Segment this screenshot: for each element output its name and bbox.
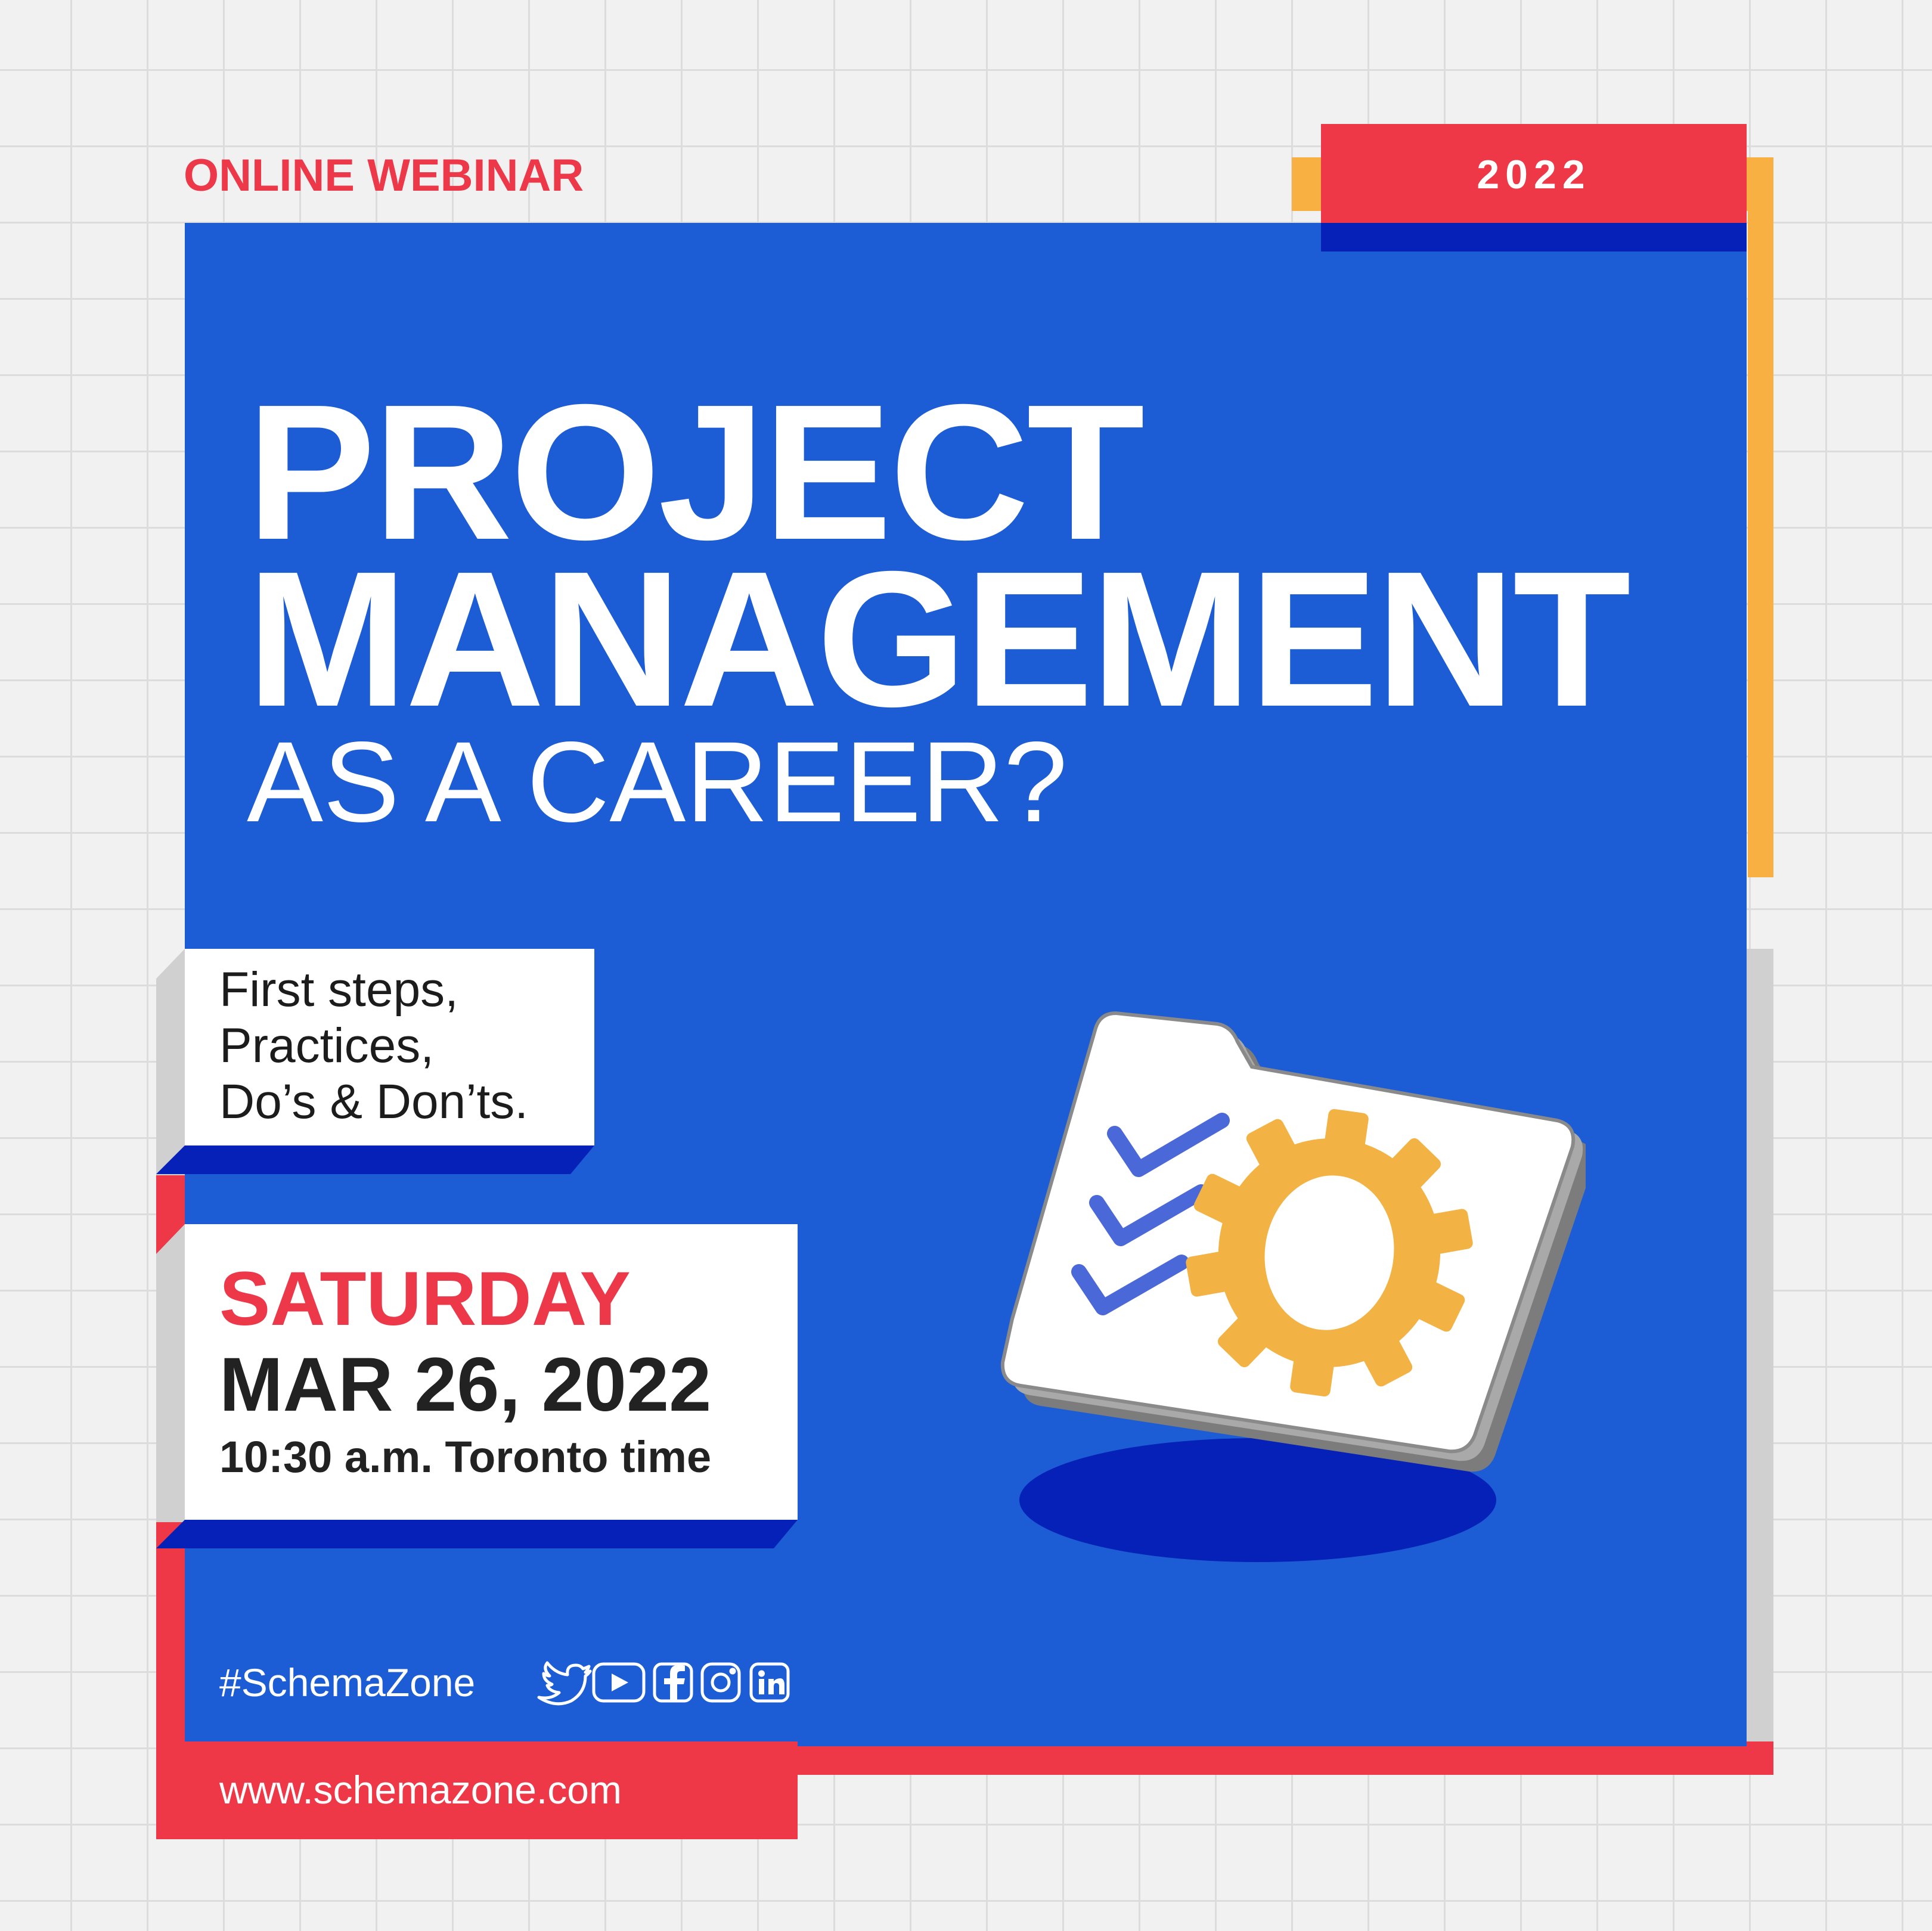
youtube-icon[interactable]	[592, 1662, 646, 1703]
title-line-2: MANAGEMENT	[247, 531, 1631, 747]
date-box-shadow	[156, 1520, 798, 1548]
year-badge-shadow	[1321, 223, 1747, 252]
event-date: MAR 26, 2022	[219, 1342, 712, 1427]
social-icons	[537, 1661, 790, 1706]
topic-item: Practices,	[219, 1019, 434, 1073]
topics-box-shadow	[156, 1145, 594, 1174]
instagram-icon[interactable]	[700, 1662, 741, 1703]
event-day: SATURDAY	[219, 1256, 631, 1342]
topic-item: First steps,	[219, 963, 458, 1017]
facebook-icon[interactable]	[653, 1662, 693, 1703]
year-label: 2022	[1477, 152, 1591, 197]
topic-item: Do’s & Don’ts.	[219, 1075, 529, 1129]
website-link[interactable]: www.schemazone.com	[219, 1763, 622, 1817]
twitter-icon[interactable]	[537, 1661, 592, 1706]
eyebrow-label: ONLINE WEBINAR	[184, 150, 584, 201]
topics-box-side	[156, 949, 185, 1175]
folder-gear-illustration	[1000, 1011, 1586, 1562]
topics-text: First steps, Practices, Do’s & Don’ts.	[219, 962, 528, 1130]
card-gray-shadow	[1747, 949, 1773, 1747]
hashtag-label: #SchemaZone	[219, 1660, 476, 1705]
linkedin-icon[interactable]	[749, 1662, 790, 1703]
subtitle: AS A CAREER?	[247, 718, 1068, 846]
webinar-poster: ONLINE WEBINAR 2022 PROJECT MANAGEMENT A…	[0, 0, 1932, 1931]
orange-side-accent	[1748, 157, 1773, 877]
event-time: 10:30 a.m. Toronto time	[219, 1432, 712, 1482]
date-box-side	[156, 1224, 185, 1522]
